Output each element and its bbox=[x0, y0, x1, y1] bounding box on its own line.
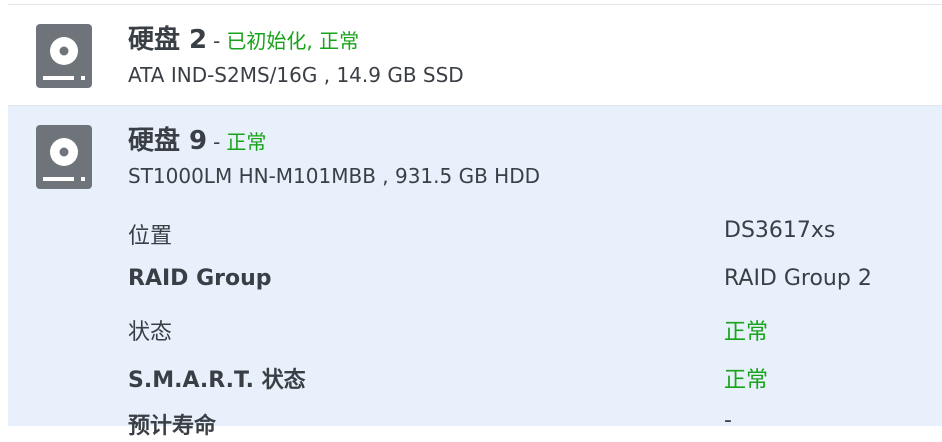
detail-value: 正常 bbox=[724, 368, 769, 393]
disk-name: 硬盘 2 bbox=[128, 25, 208, 55]
detail-label: S.M.A.R.T. 状态 bbox=[128, 368, 306, 393]
disk-row-2[interactable]: 硬盘 2- 已初始化, 正常 ATA IND-S2MS/16G , 14.9 GB… bbox=[8, 5, 942, 106]
detail-label: RAID Group bbox=[128, 266, 272, 291]
disk-row-9[interactable]: 硬盘 9- 正常 ST1000LM HN-M101MBB , 931.5 GB H… bbox=[8, 106, 942, 439]
detail-value: - bbox=[724, 408, 732, 433]
detail-value: 正常 bbox=[724, 320, 769, 345]
disk-status: 正常 bbox=[226, 130, 267, 154]
disk-name: 硬盘 9 bbox=[128, 126, 208, 156]
detail-label: 预计寿命 bbox=[128, 414, 217, 439]
hard-disk-icon bbox=[36, 125, 92, 189]
title-separator: - bbox=[213, 29, 221, 53]
detail-row-location: 位置 DS3617xs bbox=[128, 218, 928, 252]
disk-status: 已初始化, 正常 bbox=[226, 29, 360, 53]
detail-row-smart-status: S.M.A.R.T. 状态 正常 bbox=[128, 362, 928, 396]
detail-row-life-expectancy: 预计寿命 - bbox=[128, 408, 928, 442]
detail-value: RAID Group 2 bbox=[724, 266, 872, 291]
detail-label: 状态 bbox=[128, 320, 173, 345]
detail-row-raid-group: RAID Group RAID Group 2 bbox=[128, 266, 928, 300]
title-separator: - bbox=[213, 130, 221, 154]
hard-disk-icon bbox=[36, 24, 92, 88]
disk-title: 硬盘 2- 已初始化, 正常 bbox=[128, 19, 359, 56]
disk-model: ST1000LM HN-M101MBB , 931.5 GB HDD bbox=[128, 164, 541, 188]
detail-label: 位置 bbox=[128, 224, 173, 249]
disk-model: ATA IND-S2MS/16G , 14.9 GB SSD bbox=[128, 63, 464, 87]
detail-row-status: 状态 正常 bbox=[128, 314, 928, 348]
disk-title: 硬盘 9- 正常 bbox=[128, 120, 266, 157]
detail-value: DS3617xs bbox=[724, 218, 836, 243]
